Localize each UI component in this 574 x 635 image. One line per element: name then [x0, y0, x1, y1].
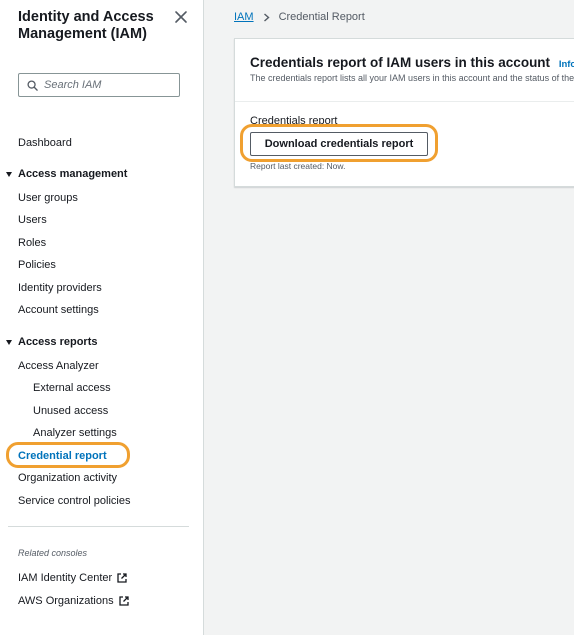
card-divider [235, 101, 574, 102]
sidebar-item-users[interactable]: Users [18, 213, 47, 227]
sidebar-item-account-settings[interactable]: Account settings [18, 303, 99, 317]
section-label: Access management [18, 168, 128, 180]
section-label: Access reports [18, 336, 98, 348]
card-description: The credentials report lists all your IA… [250, 73, 574, 83]
sidebar-item-iam-identity-center[interactable]: IAM Identity Center [18, 571, 127, 585]
sidebar-item-service-control-policies[interactable]: Service control policies [18, 494, 131, 508]
credentials-report-card: Credentials report of IAM users in this … [234, 38, 574, 187]
link-label: AWS Organizations [18, 595, 114, 607]
related-consoles-label: Related consoles [18, 548, 88, 558]
info-link[interactable]: Info [559, 59, 574, 70]
link-label: IAM Identity Center [18, 572, 113, 584]
sidebar-item-identity-providers[interactable]: Identity providers [18, 281, 102, 295]
breadcrumb-iam-link[interactable]: IAM [234, 11, 254, 23]
sidebar-divider [8, 526, 189, 527]
search-input[interactable] [44, 79, 164, 91]
sidebar-item-user-groups[interactable]: User groups [18, 191, 78, 205]
breadcrumb: IAM Credential Report [234, 11, 365, 23]
report-last-created: Report last created: Now. [250, 161, 346, 171]
sidebar-item-organization-activity[interactable]: Organization activity [18, 471, 117, 485]
card-title: Credentials report of IAM users in this … [250, 55, 574, 70]
chevron-right-icon [263, 12, 270, 22]
caret-down-icon [6, 339, 12, 345]
external-link-icon [117, 573, 127, 583]
sidebar-item-unused-access[interactable]: Unused access [33, 404, 108, 418]
section-access-management[interactable]: Access management [6, 167, 127, 181]
sidebar-item-credential-report[interactable]: Credential report [18, 449, 107, 463]
search-icon [27, 79, 38, 91]
credentials-report-label: Credentials report [250, 115, 338, 127]
sidebar-item-analyzer-settings[interactable]: Analyzer settings [33, 426, 117, 440]
breadcrumb-current: Credential Report [278, 11, 365, 23]
sidebar-item-access-analyzer[interactable]: Access Analyzer [18, 359, 99, 373]
sidebar-item-external-access[interactable]: External access [33, 381, 111, 395]
section-access-reports[interactable]: Access reports [6, 335, 98, 349]
card-title-text: Credentials report of IAM users in this … [250, 55, 551, 70]
caret-down-icon [6, 171, 12, 177]
sidebar-title: Identity and Access Management (IAM) [18, 9, 154, 42]
sidebar-item-aws-organizations[interactable]: AWS Organizations [18, 594, 129, 608]
sidebar-item-policies[interactable]: Policies [18, 258, 56, 272]
external-link-icon [118, 596, 129, 606]
search-field[interactable] [18, 73, 180, 97]
sidebar-item-roles[interactable]: Roles [18, 236, 46, 250]
close-icon[interactable] [174, 10, 188, 24]
sidebar: Identity and Access Management (IAM) Das… [0, 0, 204, 635]
download-credentials-report-button[interactable]: Download credentials report [250, 132, 428, 156]
sidebar-item-dashboard[interactable]: Dashboard [18, 136, 72, 150]
